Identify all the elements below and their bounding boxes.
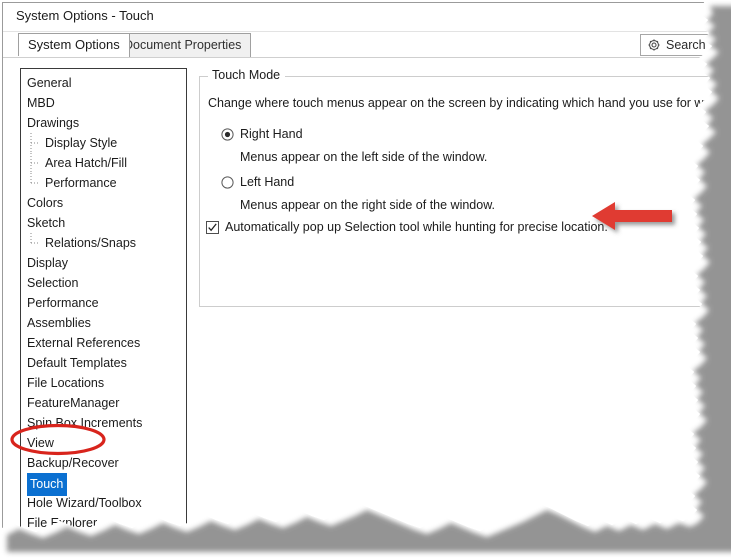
touch-mode-group-title: Touch Mode <box>208 68 285 82</box>
sidebar-item-label: View <box>27 436 54 450</box>
sidebar-item-label: Sketch <box>27 216 66 230</box>
sidebar-item-area-hatch-fill[interactable]: Area Hatch/Fill <box>21 153 186 173</box>
radio-left-hand-label: Left Hand <box>240 175 295 189</box>
page-title: System Options - Touch <box>16 8 154 23</box>
sidebar-item-label: File Explorer <box>27 516 98 530</box>
sidebar-item-spin-box-increments[interactable]: Spin Box Increments <box>21 413 186 433</box>
sidebar-item-label: Display Style <box>45 136 118 150</box>
radio-right-hand[interactable]: Right Hand <box>221 127 303 141</box>
sidebar-item-drawings[interactable]: Drawings <box>21 113 186 133</box>
sidebar-item-selection[interactable]: Selection <box>21 273 186 293</box>
sidebar-item-label: File Locations <box>27 376 105 390</box>
checkbox-checked-icon <box>206 221 219 234</box>
checkbox-auto-popup-label: Automatically pop up Selection tool whil… <box>225 220 608 234</box>
sidebar-item-label: Assemblies <box>27 316 91 330</box>
sidebar-item-touch[interactable]: Touch <box>21 473 186 493</box>
sidebar-item-view[interactable]: View <box>21 433 186 453</box>
sidebar-item-mbd[interactable]: MBD <box>21 93 186 113</box>
sidebar-item-label: Drawings <box>27 116 80 130</box>
sidebar-item-external-references[interactable]: External References <box>21 333 186 353</box>
tree-connector-icon <box>30 133 42 153</box>
touch-mode-description: Change where touch menus appear on the s… <box>208 96 731 110</box>
active-tab-underline <box>18 56 114 57</box>
sidebar-item-label: Backup/Recover <box>27 456 119 470</box>
sidebar-item-label: Selection <box>27 276 79 290</box>
sidebar-item-performance[interactable]: Performance <box>21 173 186 193</box>
content-area: General MBD Drawings Display Style Area Hatc… <box>3 57 729 556</box>
sidebar-item-assemblies[interactable]: Assemblies <box>21 313 186 333</box>
sidebar-item-display-style[interactable]: Display Style <box>21 133 186 153</box>
title-bar: System Options - Touch <box>3 3 729 32</box>
tree-connector-icon <box>30 153 42 173</box>
left-hand-description: Menus appear on the right side of the wi… <box>240 198 496 212</box>
sidebar-item-label: Spin Box Increments <box>27 416 143 430</box>
sidebar-item-performance[interactable]: Performance <box>21 293 186 313</box>
sidebar-item-label: Search <box>27 536 67 550</box>
radio-selected-icon <box>221 128 234 141</box>
sidebar-item-file-explorer[interactable]: File Explorer <box>21 513 186 533</box>
radio-left-hand[interactable]: Left Hand <box>221 175 294 189</box>
sidebar-item-label: Performance <box>27 296 99 310</box>
tab-strip: System Options Document Properties <box>3 31 729 57</box>
dialog-window: System Options - Touch System Options Do… <box>2 2 729 556</box>
sidebar-item-label: General <box>27 76 72 90</box>
sidebar-item-search[interactable]: Search <box>21 533 186 553</box>
sidebar-item-colors[interactable]: Colors <box>21 193 186 213</box>
sidebar-item-label: Performance <box>45 176 117 190</box>
search-label: Search <box>666 38 706 52</box>
sidebar-item-label: Relations/Snaps <box>45 236 137 250</box>
search-input[interactable]: Search <box>640 34 731 56</box>
sidebar-item-label: Display <box>27 256 68 270</box>
sidebar-item-label: Collaboration <box>27 553 101 558</box>
sidebar-item-label: Default Templates <box>27 356 127 370</box>
options-category-list[interactable]: General MBD Drawings Display Style Area Hatc… <box>20 68 187 558</box>
sidebar-item-sketch[interactable]: Sketch <box>21 213 186 233</box>
sidebar-item-collaboration[interactable]: Collaboration <box>21 553 186 558</box>
sidebar-item-hole-wizard-toolbox[interactable]: Hole Wizard/Toolbox <box>21 493 186 513</box>
sidebar-item-label: Colors <box>27 196 64 210</box>
sidebar-item-relations-snaps[interactable]: Relations/Snaps <box>21 233 186 253</box>
radio-unselected-icon <box>221 176 234 189</box>
gear-icon <box>647 38 661 52</box>
tree-connector-icon <box>30 173 42 193</box>
sidebar-item-featuremanager[interactable]: FeatureManager <box>21 393 186 413</box>
right-hand-description: Menus appear on the left side of the win… <box>240 150 488 164</box>
sidebar-item-label: MBD <box>27 96 55 110</box>
sidebar-item-display[interactable]: Display <box>21 253 186 273</box>
checkbox-auto-popup[interactable]: Automatically pop up Selection tool whil… <box>206 220 608 234</box>
tab-system-options[interactable]: System Options <box>18 33 130 57</box>
touch-mode-group: Touch Mode Change where touch menus appe… <box>199 76 719 307</box>
tab-document-properties-label: Document Properties <box>124 38 242 52</box>
tab-system-options-label: System Options <box>28 37 120 52</box>
sidebar-item-general[interactable]: General <box>21 73 186 93</box>
system-options-dialog: System Options - Touch System Options Do… <box>0 0 731 558</box>
sidebar-item-label: Hole Wizard/Toolbox <box>27 496 142 510</box>
sidebar-item-backup-recover[interactable]: Backup/Recover <box>21 453 186 473</box>
tree-connector-icon <box>30 233 42 253</box>
sidebar-item-label: External References <box>27 336 141 350</box>
sidebar-item-default-templates[interactable]: Default Templates <box>21 353 186 373</box>
sidebar-item-file-locations[interactable]: File Locations <box>21 373 186 393</box>
tab-document-properties[interactable]: Document Properties <box>114 33 251 57</box>
sidebar-item-label: FeatureManager <box>27 396 120 410</box>
radio-right-hand-label: Right Hand <box>240 127 303 141</box>
sidebar-item-label: Area Hatch/Fill <box>45 156 127 170</box>
